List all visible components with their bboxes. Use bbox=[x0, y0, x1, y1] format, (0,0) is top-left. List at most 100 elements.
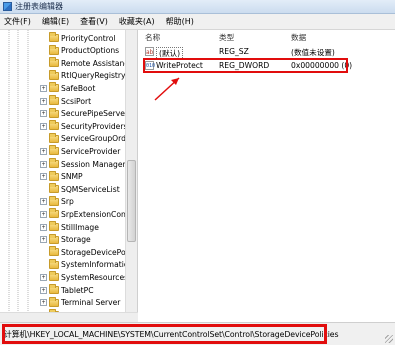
menu-help[interactable]: 帮助(H) bbox=[166, 16, 194, 27]
tree-spacer bbox=[40, 47, 47, 55]
expand-plus-icon[interactable]: + bbox=[40, 210, 47, 218]
tree-item[interactable]: + Srp bbox=[40, 195, 74, 208]
tree-item[interactable]: ServiceGroupOrder bbox=[40, 132, 134, 145]
folder-icon bbox=[49, 107, 59, 118]
menu-favorites[interactable]: 收藏夹(A) bbox=[119, 16, 155, 27]
tree-vertical-scrollbar[interactable] bbox=[125, 30, 137, 322]
tree-item[interactable]: + SystemResources bbox=[40, 271, 128, 283]
menu-bar: 文件(F) 编辑(E) 查看(V) 收藏夹(A) 帮助(H) bbox=[0, 14, 395, 30]
expand-plus-icon[interactable]: + bbox=[40, 286, 47, 294]
column-header-name[interactable]: 名称 bbox=[145, 32, 160, 43]
tree-item-label: SQMServiceList bbox=[61, 184, 120, 194]
value-data: (数值未设置) bbox=[291, 48, 335, 57]
tree-item[interactable]: StorageDevicePolicies bbox=[40, 246, 137, 258]
value-row-default[interactable]: ab (默认) REG_SZ (数值未设置) bbox=[139, 46, 395, 60]
tree-item-label: SNMP bbox=[61, 172, 83, 182]
tree-item[interactable]: + TabletPC bbox=[40, 284, 94, 296]
expand-plus-icon[interactable]: + bbox=[40, 122, 47, 130]
tree-item-label: Storage bbox=[61, 235, 91, 245]
scrollbar-thumb[interactable] bbox=[127, 160, 136, 242]
tree-item[interactable]: + SecurePipeServers bbox=[40, 107, 132, 120]
tree-item[interactable]: ProductOptions bbox=[40, 44, 120, 57]
expand-plus-icon[interactable]: + bbox=[40, 299, 47, 307]
tree-item-label: PriorityControl bbox=[61, 33, 116, 43]
tree-item[interactable]: SystemInformation bbox=[40, 258, 134, 271]
folder-icon bbox=[49, 120, 59, 131]
folder-icon bbox=[49, 44, 59, 55]
folder-icon bbox=[49, 258, 59, 269]
tree-item[interactable]: PriorityControl bbox=[40, 32, 115, 44]
tree-spacer bbox=[40, 72, 47, 80]
tree-item-label: TabletPC bbox=[61, 285, 94, 295]
tree-item[interactable]: + Session Manager bbox=[40, 158, 126, 170]
folder-icon bbox=[49, 271, 59, 282]
menu-view[interactable]: 查看(V) bbox=[80, 16, 108, 27]
tree-item-label: ServiceGroupOrder bbox=[61, 134, 134, 144]
tree-spacer bbox=[40, 261, 47, 269]
folder-icon bbox=[49, 145, 59, 156]
tree-item-label: Terminal Server bbox=[61, 298, 121, 308]
writeprotect-highlight-box bbox=[143, 58, 348, 73]
tree-item[interactable]: SQMServiceList bbox=[40, 183, 120, 195]
tree-spacer bbox=[40, 248, 47, 256]
tree-item-label: SecurePipeServers bbox=[61, 109, 132, 119]
window-title: 注册表编辑器 bbox=[15, 2, 63, 11]
status-path-highlight-box bbox=[2, 324, 327, 344]
expand-plus-icon[interactable]: + bbox=[40, 160, 47, 168]
tree-item[interactable]: + ServiceProvider bbox=[40, 145, 120, 157]
tree-item-label: SystemResources bbox=[61, 272, 129, 282]
expand-plus-icon[interactable]: + bbox=[40, 84, 47, 92]
expand-plus-icon[interactable]: + bbox=[40, 223, 47, 231]
folder-icon bbox=[49, 95, 59, 105]
folder-icon bbox=[49, 221, 59, 231]
folder-icon bbox=[49, 195, 59, 206]
folder-icon bbox=[49, 82, 59, 93]
tree-item[interactable]: + Storage bbox=[40, 233, 91, 246]
menu-edit[interactable]: 编辑(E) bbox=[42, 16, 69, 27]
tree-item[interactable]: + SNMP bbox=[40, 170, 83, 183]
folder-icon bbox=[49, 233, 59, 244]
expand-plus-icon[interactable]: + bbox=[40, 147, 47, 155]
tree-item-label: ServiceProvider bbox=[61, 146, 121, 156]
tree-item-label: StillImage bbox=[61, 222, 99, 232]
folder-icon bbox=[49, 132, 59, 143]
column-header-data[interactable]: 数据 bbox=[291, 32, 306, 43]
tree-item-label: ScsiPort bbox=[61, 96, 92, 106]
tree-item[interactable]: + SafeBoot bbox=[40, 82, 95, 94]
string-value-icon: ab bbox=[145, 47, 154, 56]
title-bar: 注册表编辑器 bbox=[0, 0, 395, 14]
expand-plus-icon[interactable]: + bbox=[40, 236, 47, 244]
expand-plus-icon[interactable]: + bbox=[40, 97, 47, 105]
tree-item[interactable]: + SecurityProviders bbox=[40, 120, 127, 132]
tree-item-label: SystemInformation bbox=[61, 260, 134, 270]
tree-item-label: Session Manager bbox=[61, 159, 126, 169]
expand-plus-icon[interactable]: + bbox=[40, 110, 47, 118]
tree-spacer bbox=[40, 59, 47, 67]
folder-icon bbox=[49, 69, 59, 80]
folder-icon bbox=[49, 57, 59, 68]
tree-spacer bbox=[40, 34, 47, 42]
tree-horizontal-scrollbar[interactable] bbox=[0, 312, 138, 322]
tree-item-label: ProductOptions bbox=[61, 46, 120, 56]
values-panel: 名称 类型 数据 ab (默认) REG_SZ (数值未设置) 010 Writ… bbox=[139, 30, 395, 322]
folder-icon bbox=[49, 296, 59, 307]
tree-item[interactable]: + ScsiPort bbox=[40, 95, 91, 107]
registry-key-tree[interactable]: PriorityControl ProductOptions Remote Assi… bbox=[0, 30, 138, 322]
column-header-type[interactable]: 类型 bbox=[219, 32, 234, 43]
tree-item[interactable]: + SrpExtensionConfig bbox=[40, 208, 135, 220]
folder-icon bbox=[49, 170, 59, 181]
tree-item[interactable]: + StillImage bbox=[40, 221, 99, 233]
tree-item[interactable]: + Terminal Server bbox=[40, 296, 121, 309]
menu-file[interactable]: 文件(F) bbox=[4, 16, 31, 27]
resize-grip-icon[interactable] bbox=[385, 335, 393, 343]
tree-item[interactable]: Remote Assistance bbox=[40, 57, 133, 69]
tree-spacer bbox=[40, 185, 47, 193]
tree-item[interactable]: RtlQueryRegistryCont bbox=[40, 69, 137, 82]
folder-icon bbox=[49, 246, 59, 257]
folder-icon bbox=[49, 183, 59, 194]
expand-plus-icon[interactable]: + bbox=[40, 173, 47, 181]
tree-item-label: Srp bbox=[61, 197, 74, 207]
expand-plus-icon[interactable]: + bbox=[40, 198, 47, 206]
expand-plus-icon[interactable]: + bbox=[40, 273, 47, 281]
tree-item-label: Remote Assistance bbox=[61, 58, 134, 68]
